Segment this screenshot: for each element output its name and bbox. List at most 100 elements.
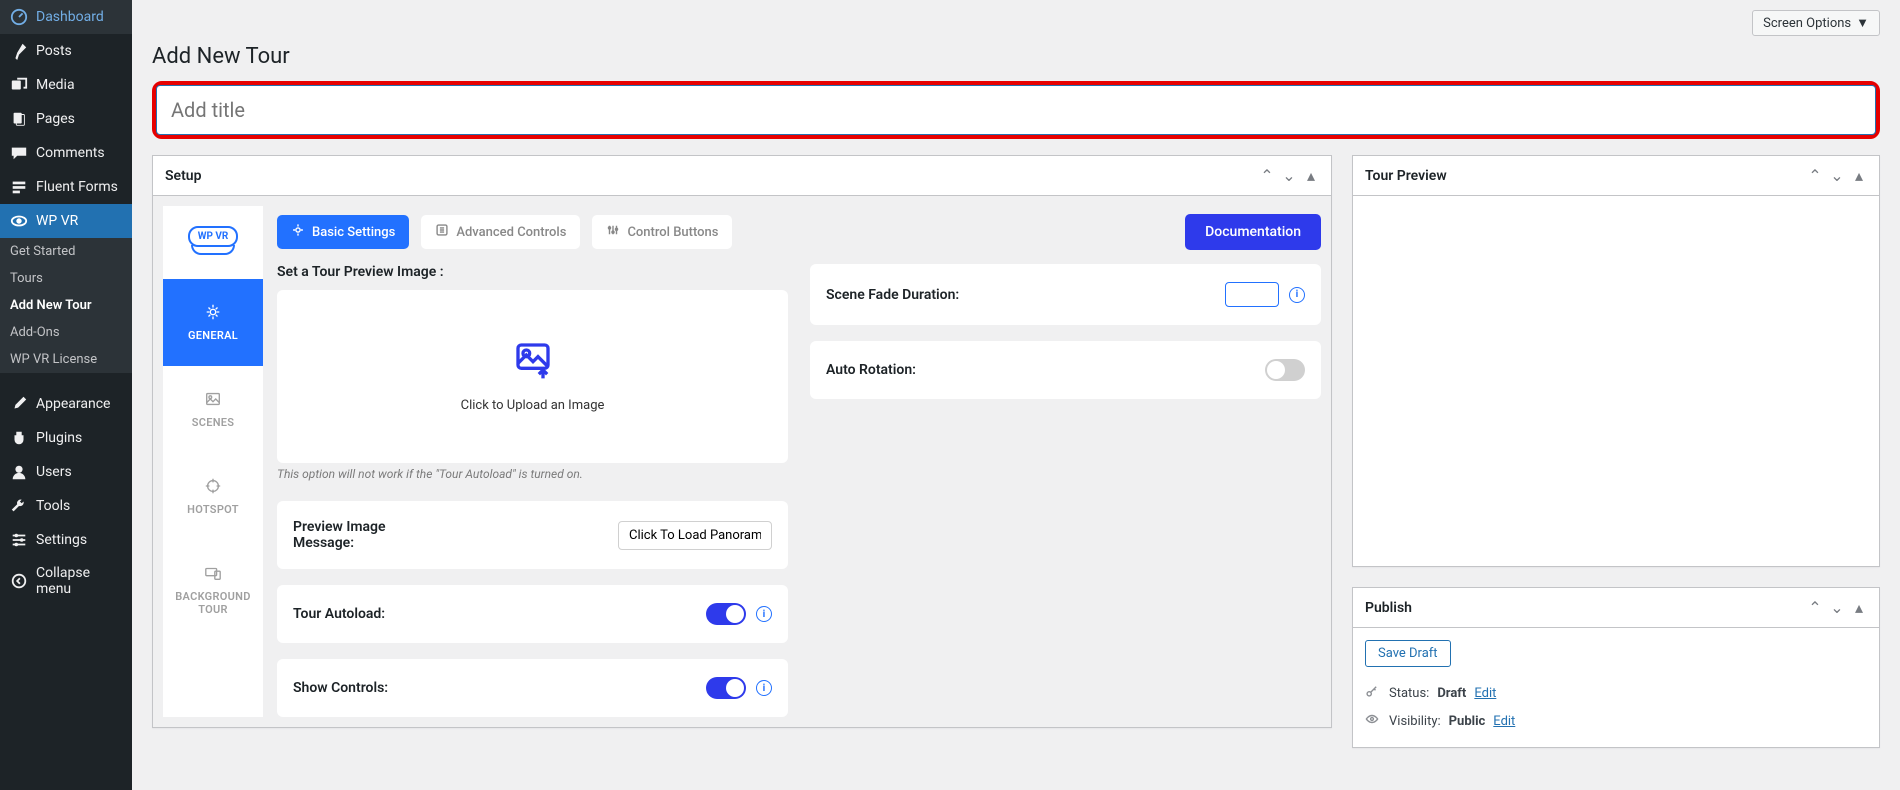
- menu-item-comments[interactable]: Comments: [0, 136, 132, 170]
- menu-item-users[interactable]: Users: [0, 455, 132, 489]
- logo-badge: WP VR: [188, 226, 239, 247]
- preview-title: Tour Preview: [1365, 168, 1447, 184]
- wpvr-icon: [10, 212, 28, 230]
- tab-label: Advanced Controls: [456, 225, 566, 240]
- setup-title: Setup: [165, 168, 201, 184]
- rotation-toggle[interactable]: [1265, 359, 1305, 381]
- controls-toggle[interactable]: [706, 677, 746, 699]
- tab-label: Basic Settings: [312, 225, 395, 240]
- tour-preview-panel: Tour Preview ⌃ ⌄ ▴: [1352, 155, 1880, 567]
- auto-rotation-row: Auto Rotation:: [810, 341, 1321, 399]
- menu-label: Fluent Forms: [36, 179, 118, 195]
- top-tabs: Basic Settings Advanced Controls Control…: [277, 206, 1321, 264]
- submenu-addons[interactable]: Add-Ons: [0, 319, 132, 346]
- fade-duration-row: Scene Fade Duration: i: [810, 264, 1321, 325]
- main-content: Screen Options ▼ Add New Tour Setup ⌃ ⌄ …: [132, 0, 1900, 790]
- admin-sidebar: Dashboard Posts Media Pages Comments Flu…: [0, 0, 132, 790]
- tab-control-buttons[interactable]: Control Buttons: [592, 215, 732, 249]
- menu-item-settings[interactable]: Settings: [0, 523, 132, 557]
- screen-options-label: Screen Options: [1763, 16, 1851, 31]
- chevron-down-icon[interactable]: ⌄: [1829, 598, 1845, 617]
- sliders-icon: [435, 223, 449, 241]
- status-label: Status:: [1389, 686, 1429, 701]
- menu-label: Appearance: [36, 396, 110, 412]
- publish-title: Publish: [1365, 600, 1412, 616]
- menu-item-wpvr[interactable]: WP VR: [0, 204, 132, 238]
- chevron-down-icon[interactable]: ⌄: [1829, 166, 1845, 185]
- vertical-tabs: WP VR GENERAL SCENES: [163, 206, 263, 717]
- submenu-license[interactable]: WP VR License: [0, 346, 132, 373]
- publish-header: Publish ⌃ ⌄ ▴: [1353, 588, 1879, 628]
- edit-status-link[interactable]: Edit: [1474, 686, 1496, 701]
- screen-options-button[interactable]: Screen Options ▼: [1752, 10, 1880, 36]
- info-icon[interactable]: i: [756, 680, 772, 696]
- menu-item-appearance[interactable]: Appearance: [0, 387, 132, 421]
- tab-advanced-controls[interactable]: Advanced Controls: [421, 215, 580, 249]
- caret-up-icon[interactable]: ▴: [1303, 166, 1319, 185]
- tab-hotspot[interactable]: HOTSPOT: [163, 453, 263, 540]
- menu-item-fluent-forms[interactable]: Fluent Forms: [0, 170, 132, 204]
- caret-up-icon[interactable]: ▴: [1851, 598, 1867, 617]
- chevron-up-icon[interactable]: ⌃: [1807, 598, 1823, 617]
- status-value: Draft: [1437, 686, 1466, 701]
- setup-header: Setup ⌃ ⌄ ▴: [153, 156, 1331, 196]
- edit-visibility-link[interactable]: Edit: [1493, 714, 1515, 729]
- preview-message-label: Preview Image Message:: [293, 519, 423, 551]
- upload-image-box[interactable]: Click to Upload an Image: [277, 290, 788, 463]
- save-draft-button[interactable]: Save Draft: [1365, 640, 1451, 667]
- preview-message-row: Preview Image Message:: [277, 501, 788, 569]
- target-icon: [204, 477, 222, 495]
- visibility-label: Visibility:: [1389, 714, 1441, 729]
- menu-item-tools[interactable]: Tools: [0, 489, 132, 523]
- chevron-down-icon[interactable]: ⌄: [1281, 166, 1297, 185]
- title-highlight: [152, 81, 1880, 139]
- caret-up-icon[interactable]: ▴: [1851, 166, 1867, 185]
- title-input[interactable]: [156, 85, 1876, 135]
- menu-label: Dashboard: [36, 9, 104, 25]
- submenu-tours[interactable]: Tours: [0, 265, 132, 292]
- plug-icon: [10, 429, 28, 447]
- menu-item-collapse[interactable]: Collapse menu: [0, 557, 132, 605]
- forms-icon: [10, 178, 28, 196]
- autoload-hint: This option will not work if the "Tour A…: [277, 463, 788, 485]
- panel-controls: ⌃ ⌄ ▴: [1807, 166, 1867, 185]
- menu-item-posts[interactable]: Posts: [0, 34, 132, 68]
- chevron-down-icon: ▼: [1856, 15, 1869, 31]
- tab-label: BACKGROUND TOUR: [169, 590, 257, 616]
- pin-icon: [10, 42, 28, 60]
- tab-general[interactable]: GENERAL: [163, 279, 263, 366]
- autoload-toggle[interactable]: [706, 603, 746, 625]
- preview-body: [1353, 196, 1879, 566]
- menu-item-plugins[interactable]: Plugins: [0, 421, 132, 455]
- menu-label: Posts: [36, 43, 72, 59]
- menu-label: Comments: [36, 145, 105, 161]
- autoload-label: Tour Autoload:: [293, 606, 385, 622]
- menu-label: Users: [36, 464, 72, 480]
- user-icon: [10, 463, 28, 481]
- menu-label: Pages: [36, 111, 75, 127]
- visibility-row: Visibility: Public Edit: [1365, 707, 1867, 735]
- tab-background-tour[interactable]: BACKGROUND TOUR: [163, 540, 263, 640]
- eye-icon: [1365, 712, 1381, 730]
- info-icon[interactable]: i: [1289, 287, 1305, 303]
- menu-label: Media: [36, 77, 75, 93]
- upload-text: Click to Upload an Image: [461, 398, 605, 413]
- upload-icon: [513, 340, 553, 384]
- menu-item-media[interactable]: Media: [0, 68, 132, 102]
- panel-controls: ⌃ ⌄ ▴: [1807, 598, 1867, 617]
- fade-duration-input[interactable]: [1225, 282, 1279, 307]
- menu-label: Settings: [36, 532, 87, 548]
- menu-item-dashboard[interactable]: Dashboard: [0, 0, 132, 34]
- tab-basic-settings[interactable]: Basic Settings: [277, 215, 409, 249]
- tab-scenes[interactable]: SCENES: [163, 366, 263, 453]
- info-icon[interactable]: i: [756, 606, 772, 622]
- submenu-add-new-tour[interactable]: Add New Tour: [0, 292, 132, 319]
- media-icon: [10, 76, 28, 94]
- menu-item-pages[interactable]: Pages: [0, 102, 132, 136]
- submenu-get-started[interactable]: Get Started: [0, 238, 132, 265]
- chevron-up-icon[interactable]: ⌃: [1259, 166, 1275, 185]
- preview-message-input[interactable]: [618, 521, 772, 550]
- chevron-up-icon[interactable]: ⌃: [1807, 166, 1823, 185]
- documentation-button[interactable]: Documentation: [1185, 214, 1321, 250]
- tab-label: Control Buttons: [627, 225, 718, 240]
